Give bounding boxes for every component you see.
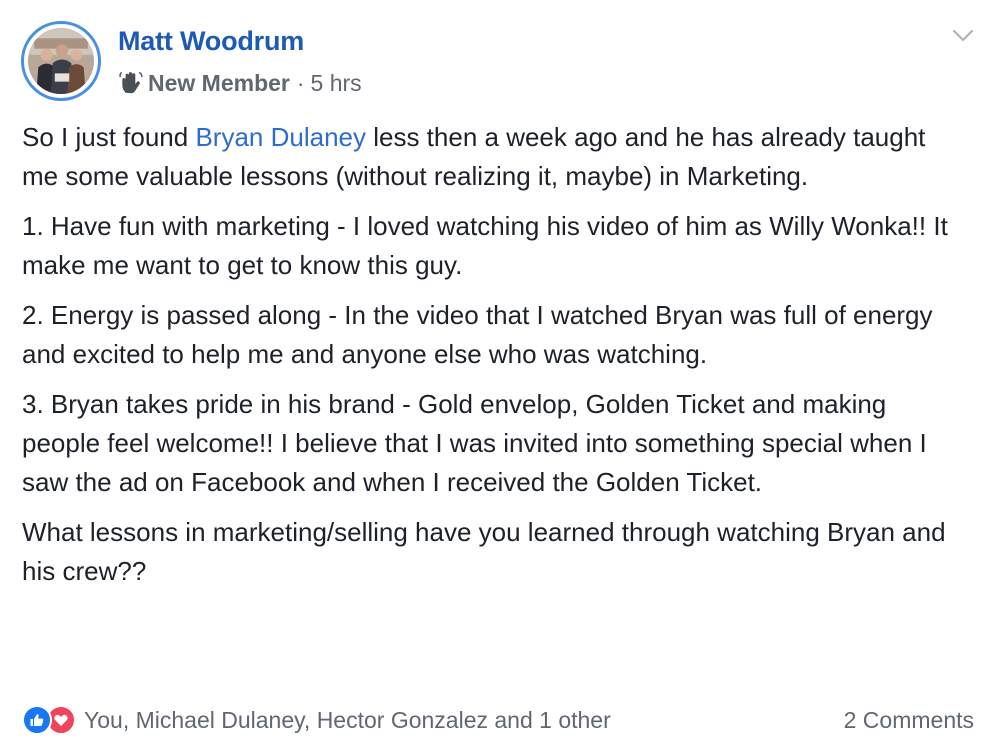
comments-count-link[interactable]: 2 Comments [844, 707, 974, 734]
avatar-photo [28, 28, 94, 94]
post-meta: New Member · 5 hrs [118, 66, 362, 100]
post-paragraph-3: 2. Energy is passed along - In the video… [22, 300, 933, 369]
post-text: So I just found [22, 122, 196, 152]
reactions-summary[interactable]: You, Michael Dulaney, Hector Gonzalez an… [22, 705, 611, 735]
wave-icon [119, 72, 143, 94]
author-name[interactable]: Matt Woodrum [118, 24, 304, 58]
reactions-text: You, Michael Dulaney, Hector Gonzalez an… [84, 706, 611, 733]
post-paragraph-5: What lessons in marketing/selling have y… [22, 517, 946, 586]
post-footer: You, Michael Dulaney, Hector Gonzalez an… [22, 702, 974, 738]
post-body: So I just found Bryan Dulaney less then … [22, 118, 962, 602]
member-badge: New Member [148, 69, 290, 96]
post-paragraph-4: 3. Bryan takes pride in his brand - Gold… [22, 389, 927, 497]
group-post: Matt Woodrum New Member · 5 hrs So I jus… [0, 0, 994, 756]
chevron-down-icon[interactable] [950, 26, 976, 46]
post-paragraph-1: So I just found Bryan Dulaney less then … [22, 118, 962, 196]
post-paragraph-2: 1. Have fun with marketing - I loved wat… [22, 211, 948, 280]
post-timestamp[interactable]: 5 hrs [311, 70, 362, 97]
like-icon [22, 705, 52, 735]
meta-separator: · [296, 69, 305, 96]
mention-link[interactable]: Bryan Dulaney [195, 122, 366, 152]
avatar[interactable] [21, 21, 101, 101]
